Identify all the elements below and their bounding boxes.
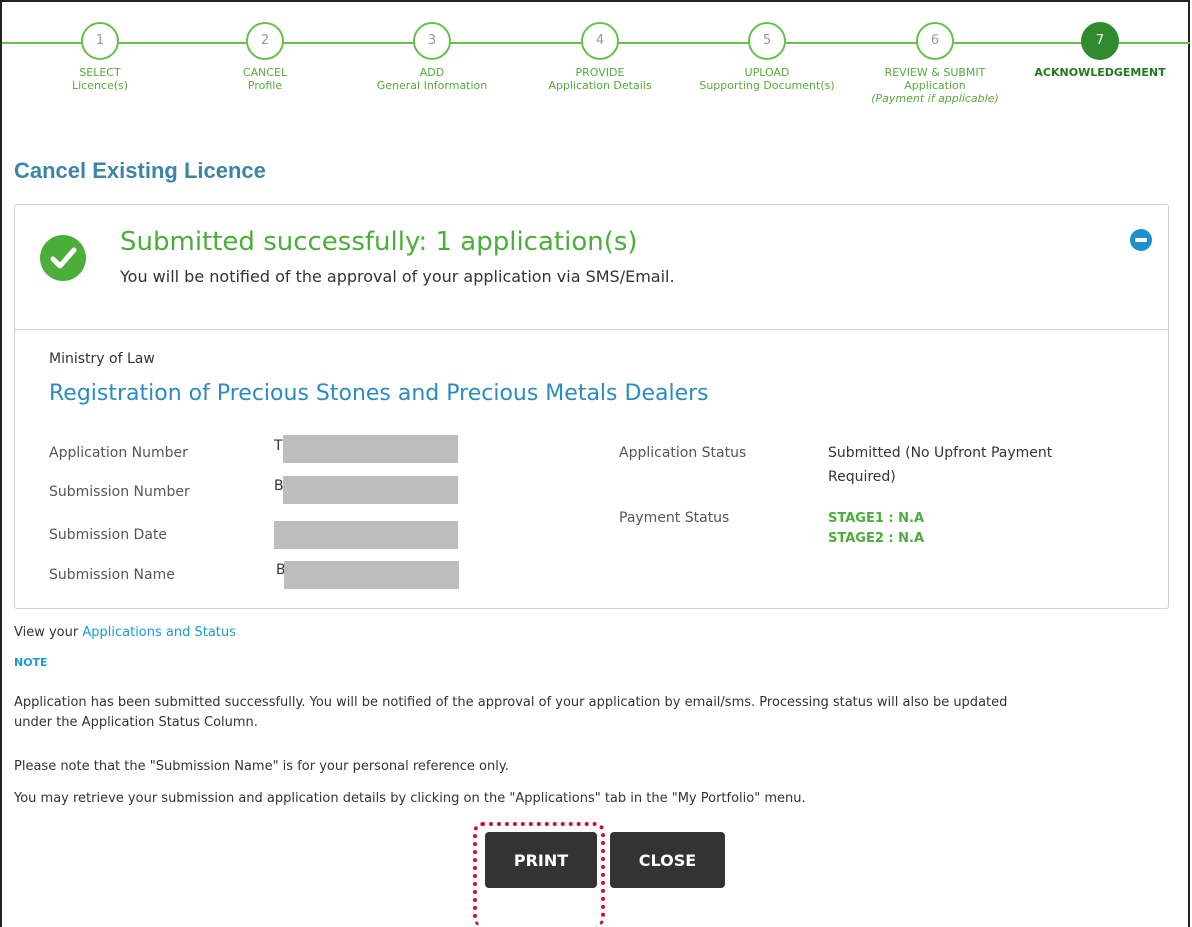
step-5-line1: UPLOAD: [744, 66, 790, 79]
step-7-number: 7: [1081, 22, 1119, 60]
step-2-line1: CANCEL: [242, 66, 288, 79]
application-number-label: Application Number: [49, 445, 188, 461]
step-2: 2 CANCEL Profile: [175, 22, 355, 92]
submission-name-label: Submission Name: [49, 567, 175, 583]
step-2-number: 2: [246, 22, 284, 60]
redacted-application-number: [283, 435, 458, 463]
step-6: 6 REVIEW & SUBMIT Application (Payment i…: [845, 22, 1025, 105]
step-4-number: 4: [581, 22, 619, 60]
page-title: Cancel Existing Licence: [14, 158, 266, 183]
payment-status-label: Payment Status: [619, 510, 730, 526]
step-6-line2: Application: [904, 79, 966, 92]
redacted-submission-name: [284, 561, 459, 589]
success-subtitle: You will be notified of the approval of …: [120, 267, 675, 286]
note-paragraph-1: Application has been submitted successfu…: [14, 693, 1174, 733]
step-3-line1: ADD: [419, 66, 445, 79]
ministry-name: Ministry of Law: [49, 351, 155, 367]
redacted-submission-date: [274, 521, 458, 549]
check-circle-icon: [40, 235, 86, 281]
print-button[interactable]: PRINT: [485, 832, 597, 888]
step-4: 4 PROVIDE Application Details: [510, 22, 690, 92]
step-1-line2: Licence(s): [71, 79, 129, 92]
applications-status-link[interactable]: Applications and Status: [82, 625, 236, 640]
note-paragraph-3: You may retrieve your submission and app…: [14, 791, 806, 806]
step-5: 5 UPLOAD Supporting Document(s): [677, 22, 857, 92]
collapse-icon[interactable]: [1130, 229, 1152, 251]
step-6-line1: REVIEW & SUBMIT: [884, 66, 986, 79]
view-applications-line: View your Applications and Status: [14, 625, 236, 640]
step-5-line2: Supporting Document(s): [699, 79, 835, 92]
service-name: Registration of Precious Stones and Prec…: [49, 381, 709, 406]
success-title: Submitted successfully: 1 application(s): [120, 227, 638, 257]
step-1: 1 SELECT Licence(s): [10, 22, 190, 92]
note-paragraph-2: Please note that the "Submission Name" i…: [14, 759, 509, 774]
step-4-line1: PROVIDE: [575, 66, 625, 79]
redacted-submission-number: [283, 476, 458, 504]
result-header: Submitted successfully: 1 application(s)…: [15, 205, 1168, 330]
note-line-1a: Application has been submitted successfu…: [14, 695, 1008, 710]
progress-stepper: 1 SELECT Licence(s) 2 CANCEL Profile 3 A…: [0, 0, 1192, 130]
step-2-line2: Profile: [247, 79, 283, 92]
step-7: 7 ACKNOWLEDGEMENT: [1010, 22, 1190, 79]
payment-stage1: STAGE1 : N.A: [828, 511, 925, 526]
step-1-number: 1: [81, 22, 119, 60]
application-status-line2: Required): [828, 469, 896, 485]
result-panel: Submitted successfully: 1 application(s)…: [14, 204, 1169, 609]
note-heading: NOTE: [14, 656, 48, 669]
note-line-1b: under the Application Status Column.: [14, 715, 258, 730]
step-6-note: (Payment if applicable): [871, 92, 999, 105]
application-status-line1: Submitted (No Upfront Payment: [828, 445, 1053, 461]
step-1-line1: SELECT: [79, 66, 121, 79]
submission-number-label: Submission Number: [49, 484, 190, 500]
step-3-number: 3: [413, 22, 451, 60]
submission-date-label: Submission Date: [49, 527, 168, 543]
close-button[interactable]: CLOSE: [610, 832, 725, 888]
step-7-line1: ACKNOWLEDGEMENT: [1034, 66, 1166, 79]
step-6-number: 6: [916, 22, 954, 60]
application-number-prefix: T: [274, 438, 283, 454]
step-4-line2: Application Details: [548, 79, 652, 92]
step-5-number: 5: [748, 22, 786, 60]
step-3-line2: General Information: [376, 79, 488, 92]
payment-stage2: STAGE2 : N.A: [828, 531, 925, 546]
view-prefix: View your: [14, 625, 79, 640]
step-3: 3 ADD General Information: [342, 22, 522, 92]
application-status-label: Application Status: [619, 445, 747, 461]
